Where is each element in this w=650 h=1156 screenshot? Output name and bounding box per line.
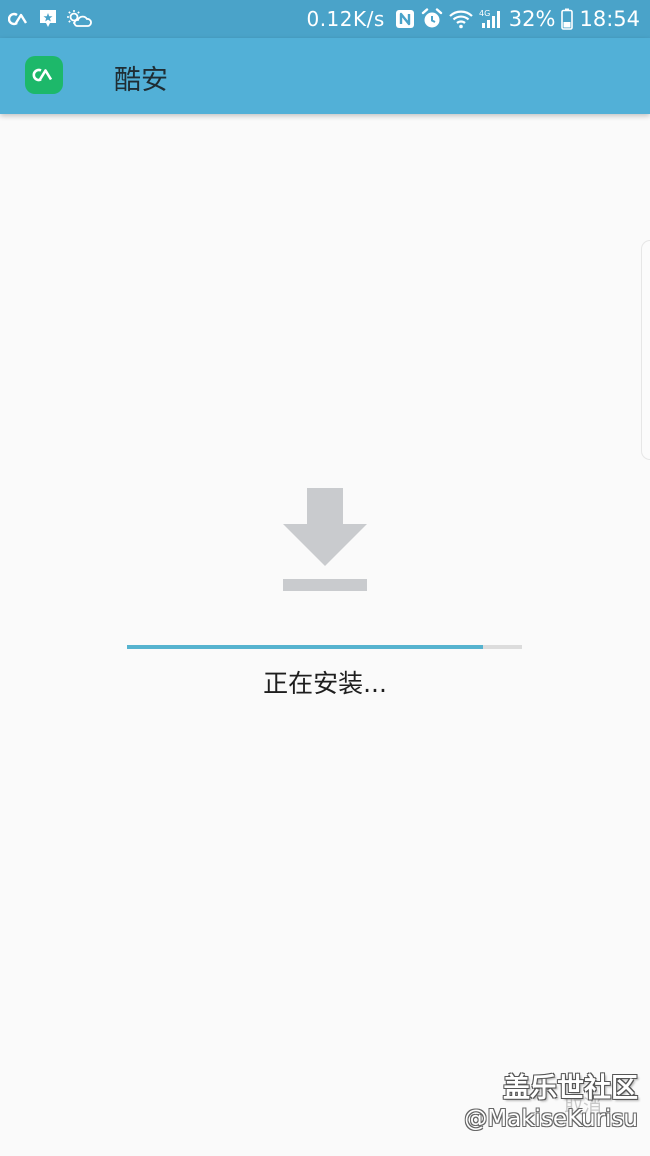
download-icon [281,488,369,592]
battery-icon [561,8,574,30]
install-progress-bar [127,645,522,649]
weather-icon [66,9,92,29]
alarm-icon [421,8,443,30]
status-left-icons [8,8,92,30]
install-progress-fill [127,645,483,649]
wifi-icon [449,9,473,29]
clock: 18:54 [579,7,640,31]
app-bar: 酷安 [0,38,650,114]
install-status-text: 正在安装... [263,669,387,698]
page-title: 酷安 [114,65,168,96]
nfc-icon [395,9,415,29]
coolapk-logo-icon [25,56,63,94]
watermark-community: 盖乐世社区 [503,1073,638,1104]
battery-percent: 32% [508,7,556,31]
signal-4g-icon: 4G [479,8,503,30]
status-bar: 0.12K/s 4G 32% 18:54 [0,0,650,38]
network-speed: 0.12K/s [306,7,385,31]
notification-icon [38,8,58,30]
status-right-area: 0.12K/s 4G 32% 18:54 [306,7,640,31]
watermark-user: @MakiseKurisu [464,1106,638,1132]
coolapk-icon [8,11,30,27]
edge-panel-handle[interactable] [641,240,650,460]
svg-text:4G: 4G [479,9,490,18]
